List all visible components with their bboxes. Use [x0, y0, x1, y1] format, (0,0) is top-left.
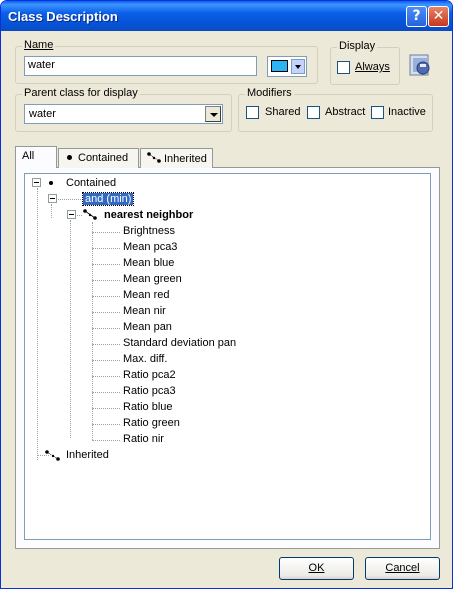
tree-line [92, 248, 120, 249]
inherited-icon [147, 152, 161, 163]
help-icon[interactable]: ? [406, 6, 427, 27]
tree-node-feature[interactable]: Mean pan [123, 321, 172, 333]
chevron-down-icon [291, 59, 305, 74]
tree-line [92, 280, 120, 281]
ok-button[interactable]: OK [279, 557, 354, 580]
tree-node-operator[interactable]: and (min) [81, 192, 135, 206]
parent-class-select[interactable]: water [24, 104, 223, 124]
tree-collapse-icon[interactable] [32, 178, 41, 187]
class-settings-icon[interactable] [407, 53, 433, 79]
shared-label[interactable]: Shared [265, 106, 300, 118]
tree-line [51, 204, 52, 218]
tree-node-feature[interactable]: Ratio nir [123, 433, 164, 445]
tree-node-feature[interactable]: Mean nir [123, 305, 166, 317]
expression-icon [83, 209, 97, 220]
tree-node-expression[interactable]: nearest neighbor [104, 209, 193, 221]
tree-line [92, 328, 120, 329]
tree-node-feature[interactable]: Standard deviation pan [123, 337, 236, 349]
tree-line [92, 312, 120, 313]
cancel-button[interactable]: Cancel [365, 557, 440, 580]
always-checkbox[interactable] [337, 61, 350, 74]
tree-line [37, 188, 38, 460]
tree-node-feature[interactable]: Ratio blue [123, 401, 173, 413]
tree-node-feature[interactable]: Mean green [123, 273, 182, 285]
close-icon[interactable]: ✕ [428, 6, 449, 27]
abstract-checkbox[interactable] [307, 106, 320, 119]
tree-line [70, 220, 71, 438]
name-group-legend: Name [22, 39, 56, 51]
tree-node-feature[interactable]: Brightness [123, 225, 175, 237]
tree-node-inherited[interactable]: Inherited [66, 449, 109, 461]
contained-dot-icon [67, 155, 72, 160]
display-group-legend: Display [337, 40, 378, 52]
cancel-label: Cancel [385, 562, 420, 574]
class-description-dialog: Class Description ? ✕ Name water Display… [0, 0, 453, 589]
tree-line [92, 264, 120, 265]
tree-node-contained[interactable]: Contained [66, 177, 116, 189]
tree-line [92, 232, 120, 233]
title-bar[interactable]: Class Description ? ✕ [1, 1, 452, 31]
tree-line [92, 376, 120, 377]
color-swatch [271, 60, 288, 72]
always-label[interactable]: Always [355, 61, 390, 73]
modifiers-legend: Modifiers [245, 87, 294, 99]
tab-contained-label: Contained [78, 152, 129, 164]
tree-node-feature[interactable]: Ratio pca3 [123, 385, 176, 397]
inactive-label[interactable]: Inactive [388, 106, 426, 118]
tree-collapse-icon[interactable] [67, 210, 76, 219]
tree-node-feature[interactable]: Max. diff. [123, 353, 167, 365]
parent-class-value: water [29, 108, 56, 120]
tree-node-feature[interactable]: Mean pca3 [123, 241, 177, 253]
inherited-icon [45, 450, 60, 461]
name-input[interactable]: water [24, 56, 257, 76]
tree-node-feature[interactable]: Mean blue [123, 257, 174, 269]
tab-all[interactable]: All [15, 146, 57, 168]
ok-label: OK [308, 562, 325, 574]
tree-line [92, 440, 120, 441]
abstract-label[interactable]: Abstract [325, 106, 365, 118]
tab-all-label: All [22, 150, 35, 162]
tree-line [92, 296, 120, 297]
tree-line [92, 408, 120, 409]
tree-node-feature[interactable]: Mean red [123, 289, 169, 301]
tree-line [92, 360, 120, 361]
color-picker-button[interactable] [267, 56, 307, 77]
tree-line [92, 424, 120, 425]
tab-contained[interactable]: Contained [58, 148, 139, 168]
class-description-tree[interactable]: Contained and (min) nearest neighbor Bri… [24, 173, 431, 540]
tree-line [92, 344, 120, 345]
parent-class-legend: Parent class for display [22, 87, 140, 99]
tree-node-feature[interactable]: Ratio green [123, 417, 180, 429]
tree-line [92, 392, 120, 393]
tab-inherited-label: Inherited [164, 153, 207, 165]
contained-dot-icon [49, 181, 53, 185]
tab-inherited[interactable]: Inherited [140, 148, 213, 168]
chevron-down-icon[interactable] [205, 106, 221, 122]
inactive-checkbox[interactable] [371, 106, 384, 119]
shared-checkbox[interactable] [246, 106, 259, 119]
tree-collapse-icon[interactable] [48, 194, 57, 203]
window-title: Class Description [8, 9, 118, 24]
tree-node-feature[interactable]: Ratio pca2 [123, 369, 176, 381]
